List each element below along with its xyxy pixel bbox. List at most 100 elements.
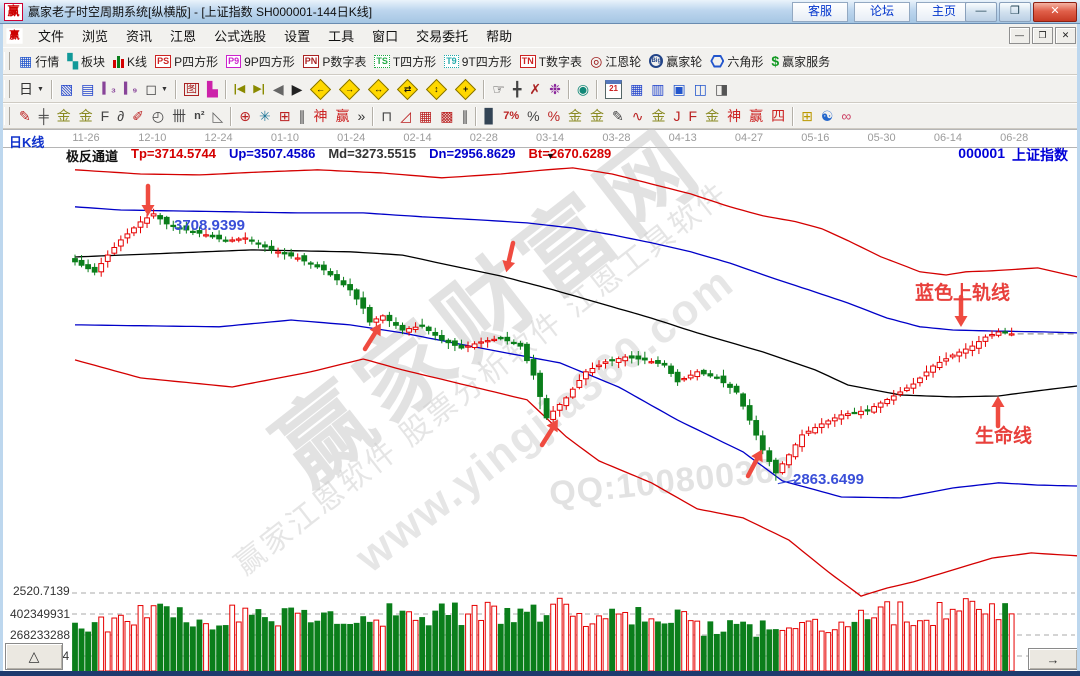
- child-minimize-button[interactable]: —: [1009, 27, 1030, 44]
- menu-item-8[interactable]: 窗口: [363, 29, 407, 44]
- quotes-button[interactable]: ▦行情: [15, 50, 63, 73]
- percent-button[interactable]: %: [523, 105, 543, 128]
- calendar-tool-button[interactable]: 21: [601, 78, 626, 101]
- parallel-lines-button[interactable]: ∥: [457, 105, 472, 128]
- chart-canvas[interactable]: 11-2612-1012-2401-1001-2402-1402-2803-14…: [0, 129, 1080, 671]
- fan-lines-button[interactable]: ◿: [396, 105, 415, 128]
- grid-highlight-button[interactable]: ⊞: [797, 105, 817, 128]
- f-line-button[interactable]: F: [685, 105, 702, 128]
- period-label[interactable]: 日K线: [9, 132, 44, 151]
- winner-service-button[interactable]: $赢家服务: [767, 50, 834, 73]
- restore-button[interactable]: ❐: [999, 2, 1031, 22]
- shen-tool-button[interactable]: 神: [309, 105, 331, 128]
- print-tool-button[interactable]: ◨: [711, 78, 732, 101]
- gold-section-line-button[interactable]: 金: [586, 105, 608, 128]
- menu-item-2[interactable]: 浏览: [73, 29, 117, 44]
- info-panel-button[interactable]: ▤: [77, 78, 98, 101]
- percent-7-button[interactable]: 7%: [499, 105, 523, 128]
- p-square-button[interactable]: PSP四方形: [151, 50, 222, 73]
- step-forward-button[interactable]: ▶: [288, 78, 307, 101]
- export-web-button[interactable]: ◫: [690, 78, 711, 101]
- t-square-button[interactable]: TST四方形: [370, 50, 440, 73]
- first-page-button[interactable]: |◀: [230, 78, 250, 101]
- chart-overlay-button[interactable]: ▧: [56, 78, 77, 101]
- zoom-all-button[interactable]: +: [451, 78, 480, 101]
- scroll-right-button[interactable]: →: [1028, 648, 1078, 670]
- menu-item-1[interactable]: 文件: [29, 29, 73, 44]
- zoom-left-button[interactable]: ←: [306, 78, 335, 101]
- infinity-tool-button[interactable]: ∞: [837, 105, 855, 128]
- hexagon-button[interactable]: 六角形: [706, 50, 767, 73]
- p-digit-table-button[interactable]: PNP数字表: [299, 50, 371, 73]
- menu-item-10[interactable]: 帮助: [477, 29, 521, 44]
- stats-column-button[interactable]: ▊: [480, 105, 499, 128]
- zoom-expand-button[interactable]: ↔: [364, 78, 393, 101]
- customer-service-button[interactable]: 客服: [792, 2, 848, 22]
- menu-item-6[interactable]: 设置: [275, 29, 319, 44]
- draw-pencil-button[interactable]: ✎: [15, 105, 35, 128]
- chevron-down-icon[interactable]: ▼: [546, 151, 555, 161]
- gann-wheel-button[interactable]: ◎江恩轮: [586, 50, 645, 73]
- zoom-shrink-button[interactable]: ⇄: [393, 78, 422, 101]
- time-ruler-button[interactable]: 卌: [168, 105, 190, 128]
- color-volume-button[interactable]: ▙: [203, 78, 222, 101]
- menu-item-9[interactable]: 交易委托: [407, 29, 477, 44]
- expand-panel-left-button[interactable]: △: [5, 643, 63, 670]
- child-restore-button[interactable]: ❐: [1032, 27, 1053, 44]
- marker-pen-button[interactable]: ✐: [128, 105, 148, 128]
- save-tool-button[interactable]: ▣: [669, 78, 690, 101]
- kline-period-button[interactable]: 日▼: [15, 78, 48, 101]
- gold-angle-line-button[interactable]: 金: [701, 105, 723, 128]
- magic-wand-button[interactable]: ❉: [545, 78, 565, 101]
- 9t-square-button[interactable]: T99T四方形: [440, 50, 516, 73]
- step-back-button[interactable]: ◀: [269, 78, 288, 101]
- ying-tool-button[interactable]: 赢: [331, 105, 353, 128]
- child-close-button[interactable]: ✕: [1055, 27, 1076, 44]
- main-indicator-button[interactable]: 图: [180, 78, 203, 101]
- zoom-right-button[interactable]: →: [335, 78, 364, 101]
- 9p-square-button[interactable]: P99P四方形: [222, 50, 299, 73]
- crosshair-tool-button[interactable]: ╋: [509, 78, 525, 101]
- j-line-button[interactable]: J: [670, 105, 685, 128]
- titlebar[interactable]: 赢 赢家老子时空周期系统[纵横版] - [上证指数 SH000001-144日K…: [0, 0, 1080, 24]
- forum-button[interactable]: 论坛: [854, 2, 910, 22]
- step-bars-9-button[interactable]: ▍₉: [120, 78, 141, 101]
- gold-grid-a-button[interactable]: 金: [53, 105, 75, 128]
- shen-angle-line-button[interactable]: 神: [723, 105, 745, 128]
- time-circle-button[interactable]: ◴: [148, 105, 168, 128]
- spiral-tool-button[interactable]: ∂: [113, 105, 128, 128]
- gann-target-button[interactable]: ⊕: [235, 105, 255, 128]
- kline-marks-button[interactable]: ∥: [294, 105, 309, 128]
- grid-box-button[interactable]: ⊞: [275, 105, 295, 128]
- grid-red-button[interactable]: ▦: [415, 105, 436, 128]
- gold-grid-b-button[interactable]: 金: [75, 105, 97, 128]
- si-angle-line-button[interactable]: 四: [767, 105, 789, 128]
- calculator-tool-button[interactable]: ▦: [626, 78, 647, 101]
- sectors-button[interactable]: ▚板块: [63, 50, 109, 73]
- grid-dense-button[interactable]: ▩: [436, 105, 457, 128]
- ying-angle-line-button[interactable]: 赢: [745, 105, 767, 128]
- star-rays-button[interactable]: ✳: [255, 105, 275, 128]
- hand-tool-button[interactable]: ☞: [488, 78, 509, 101]
- last-page-button[interactable]: ▶|: [249, 78, 269, 101]
- percent-retrace-button[interactable]: %: [544, 105, 564, 128]
- kline-button[interactable]: K线: [109, 50, 151, 73]
- f-grid-button[interactable]: F: [97, 105, 114, 128]
- n-square-button[interactable]: n²: [190, 105, 208, 128]
- taiji-button[interactable]: ☯: [817, 105, 838, 128]
- winner-wheel-button[interactable]: Big赢家轮: [645, 50, 706, 73]
- homepage-button[interactable]: 主页: [916, 2, 972, 22]
- menu-item-5[interactable]: 公式选股: [205, 29, 275, 44]
- t-digit-table-button[interactable]: TNT数字表: [516, 50, 586, 73]
- menu-item-3[interactable]: 资讯: [117, 29, 161, 44]
- angle-ruler-button[interactable]: ◺: [208, 105, 227, 128]
- menu-item-7[interactable]: 工具: [319, 29, 363, 44]
- menu-item-4[interactable]: 江恩: [161, 29, 205, 44]
- zoom-vertical-button[interactable]: ↕: [422, 78, 451, 101]
- candle-type-button[interactable]: ◻▼: [141, 78, 172, 101]
- gold-channel-button[interactable]: 金: [648, 105, 670, 128]
- gann-brain-button[interactable]: ◉: [573, 78, 593, 101]
- more-tools-button[interactable]: »: [353, 105, 369, 128]
- notes-tool-button[interactable]: ▥: [647, 78, 668, 101]
- gold-section-circle-button[interactable]: 金: [564, 105, 586, 128]
